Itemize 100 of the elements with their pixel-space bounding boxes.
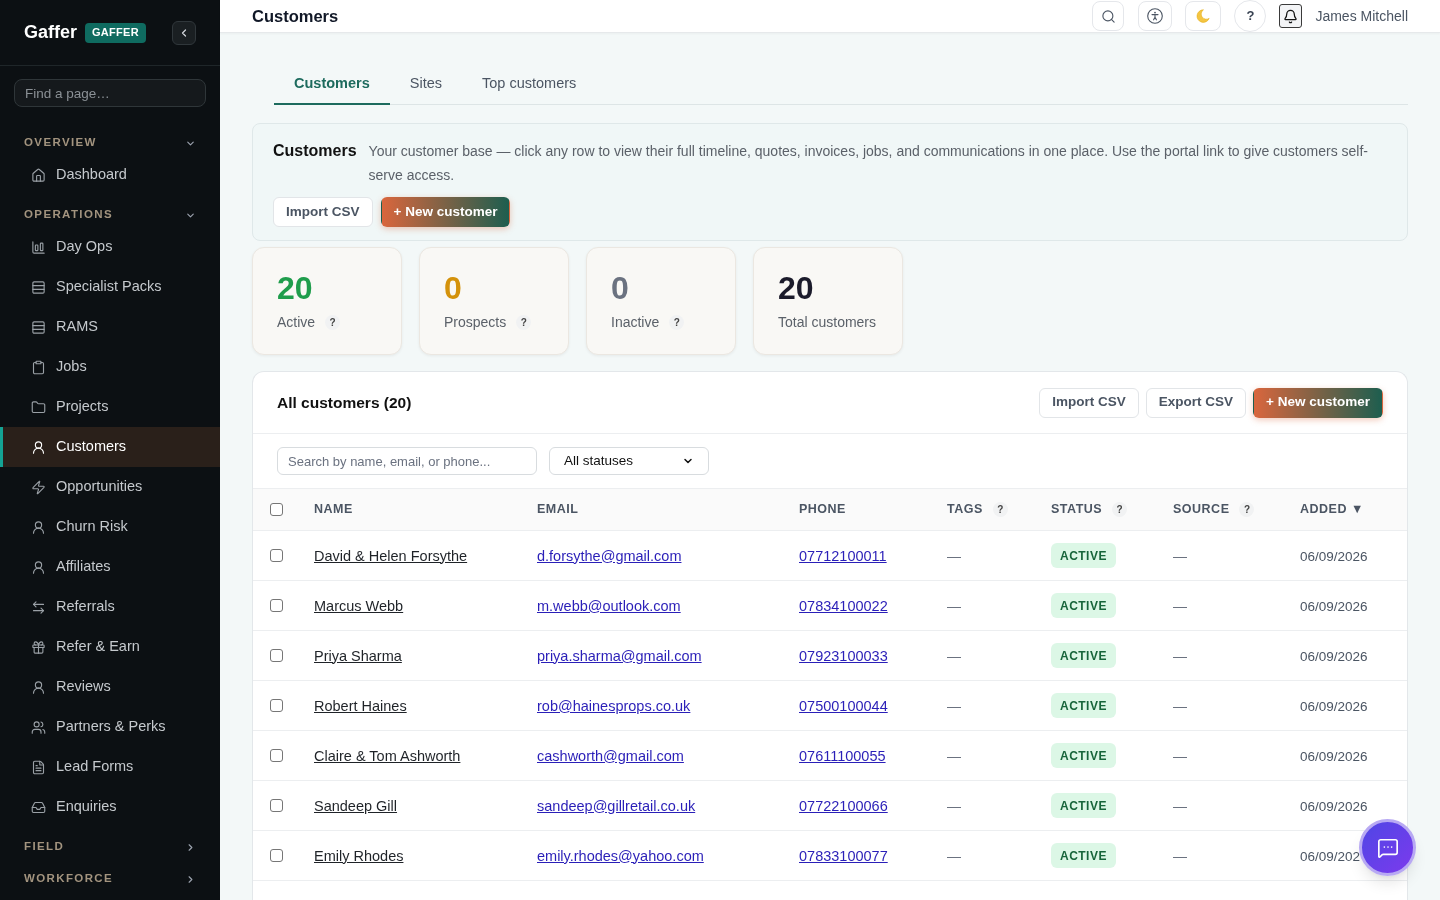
column-header[interactable]: TAGS <box>947 500 983 519</box>
stat-value: 0 <box>611 269 630 307</box>
app-logo: Gaffer <box>24 21 77 44</box>
tab[interactable]: Sites <box>389 65 462 105</box>
collapse-button[interactable] <box>172 20 196 45</box>
customer-search-field[interactable]: Search by name, email, or phone... <box>277 447 537 475</box>
email-link[interactable]: priya.sharma@gmail.com <box>537 647 702 664</box>
card-title: Customers <box>273 141 357 161</box>
secondary-button[interactable]: Import CSV <box>1039 387 1139 418</box>
customer-name-link[interactable]: Priya Sharma <box>314 647 402 664</box>
column-header[interactable]: SOURCE <box>1173 500 1230 519</box>
status-badge: ACTIVE <box>1051 543 1116 569</box>
nav-item[interactable]: Enquiries <box>0 787 220 827</box>
source-cell: — <box>1173 847 1187 864</box>
customer-name-link[interactable]: David & Helen Forsythe <box>314 547 468 564</box>
card-description: Your customer base — click any row to view their full timeline, quotes, invoices, jobs, and communications in one place. Use the portal link to give customers self-serve access. <box>368 142 1369 185</box>
checkbox[interactable] <box>270 503 283 516</box>
nav-item[interactable]: Customers <box>0 427 220 467</box>
checkbox[interactable] <box>270 849 283 862</box>
customer-name-link[interactable]: Sandeep Gill <box>314 797 398 814</box>
checkbox[interactable] <box>270 549 283 562</box>
secondary-button[interactable]: Export CSV <box>1145 387 1247 418</box>
nav-item[interactable]: Affiliates <box>0 547 220 587</box>
notifications-button[interactable] <box>1279 4 1303 28</box>
stat-label: Prospects <box>444 313 507 332</box>
email-link[interactable]: m.webb@outlook.com <box>537 597 681 614</box>
section-heading[interactable]: OPERATIONS <box>24 206 113 224</box>
section-heading[interactable]: OVERVIEW <box>24 134 97 152</box>
new-customer-button[interactable]: + New customer <box>1253 387 1383 418</box>
arrows-icon <box>31 599 46 615</box>
column-header[interactable]: ADDED ▼ <box>1300 500 1364 519</box>
status-select[interactable]: All statuses <box>549 447 709 475</box>
email-link[interactable]: emily.rhodes@yahoo.com <box>537 847 704 864</box>
moon-icon <box>1196 9 1211 23</box>
nav-item[interactable]: Refer & Earn <box>0 627 220 667</box>
nav-item[interactable]: Specialist Packs <box>0 267 220 307</box>
help-hint[interactable]: ? <box>1112 502 1128 517</box>
phone-link[interactable]: 07722100066 <box>799 797 888 814</box>
customer-name-link[interactable]: Marcus Webb <box>314 597 404 614</box>
theme-toggle-button[interactable] <box>1185 1 1222 31</box>
status-badge: ACTIVE <box>1051 743 1116 769</box>
help-hint[interactable]: ? <box>669 315 685 330</box>
nav-item[interactable]: Referrals <box>0 587 220 627</box>
search-icon <box>1100 8 1116 24</box>
nav-item[interactable]: Dashboard <box>0 155 220 195</box>
source-cell: — <box>1173 797 1187 814</box>
checkbox[interactable] <box>270 749 283 762</box>
email-link[interactable]: cashworth@gmail.com <box>537 747 684 764</box>
tab[interactable]: Customers <box>274 65 390 105</box>
help-hint[interactable]: ? <box>1239 502 1255 517</box>
search-button[interactable] <box>1092 1 1125 31</box>
tags-cell: — <box>947 647 961 664</box>
email-link[interactable]: d.forsythe@gmail.com <box>537 547 682 564</box>
column-header[interactable]: STATUS <box>1051 500 1103 519</box>
section-heading[interactable]: FIELD <box>24 838 65 856</box>
checkbox[interactable] <box>270 799 283 812</box>
nav-item[interactable]: Opportunities <box>0 467 220 507</box>
accessibility-icon <box>1147 8 1164 24</box>
phone-link[interactable]: 07833100077 <box>799 847 888 864</box>
nav-item[interactable]: Lead Forms <box>0 747 220 787</box>
tab[interactable]: Top customers <box>462 65 597 105</box>
nav-item[interactable]: RAMS <box>0 307 220 347</box>
nav-item[interactable]: Partners & Perks <box>0 707 220 747</box>
phone-link[interactable]: 07611100055 <box>799 747 886 764</box>
source-cell: — <box>1173 747 1187 764</box>
nav-item[interactable]: Day Ops <box>0 227 220 267</box>
nav-item[interactable]: Churn Risk <box>0 507 220 547</box>
customer-name-link[interactable]: Emily Rhodes <box>314 847 404 864</box>
status-badge: ACTIVE <box>1051 843 1116 869</box>
checkbox[interactable] <box>270 649 283 662</box>
phone-link[interactable]: 07834100022 <box>799 597 888 614</box>
phone-link[interactable]: 07500100044 <box>799 697 888 714</box>
stat-label: Total customers <box>778 313 877 332</box>
phone-link[interactable]: 07923100033 <box>799 647 888 664</box>
new-customer-button[interactable]: + New customer <box>380 197 511 227</box>
date-cell: 06/09/2026 <box>1300 748 1368 764</box>
stat-value: 0 <box>444 269 463 307</box>
page-search-field[interactable]: Find a page… <box>14 79 206 107</box>
help-hint[interactable]: ? <box>325 315 341 330</box>
customer-name-link[interactable]: Robert Haines <box>314 697 407 714</box>
nav-item[interactable]: Jobs <box>0 347 220 387</box>
secondary-button[interactable]: Import CSV <box>273 197 373 227</box>
help-hint[interactable]: ? <box>516 315 532 330</box>
email-link[interactable]: rob@hainesprops.co.uk <box>537 697 691 714</box>
user-name[interactable]: James Mitchell <box>1315 5 1408 27</box>
nav-item[interactable]: Projects <box>0 387 220 427</box>
email-link[interactable]: sandeep@gillretail.co.uk <box>537 797 696 814</box>
phone-link[interactable]: 07712100011 <box>799 547 887 564</box>
section-heading[interactable]: WORKFORCE <box>24 870 114 888</box>
checkbox[interactable] <box>270 699 283 712</box>
source-cell: — <box>1173 547 1187 564</box>
column-header[interactable]: NAME <box>314 500 353 519</box>
help-hint[interactable]: ? <box>992 502 1008 517</box>
source-cell: — <box>1173 697 1187 714</box>
customer-name-link[interactable]: Claire & Tom Ashworth <box>314 747 461 764</box>
accessibility-button[interactable] <box>1138 1 1173 31</box>
column-header[interactable]: EMAIL <box>537 500 579 519</box>
column-header[interactable]: PHONE <box>799 500 846 519</box>
nav-item[interactable]: Reviews <box>0 667 220 707</box>
checkbox[interactable] <box>270 599 283 612</box>
